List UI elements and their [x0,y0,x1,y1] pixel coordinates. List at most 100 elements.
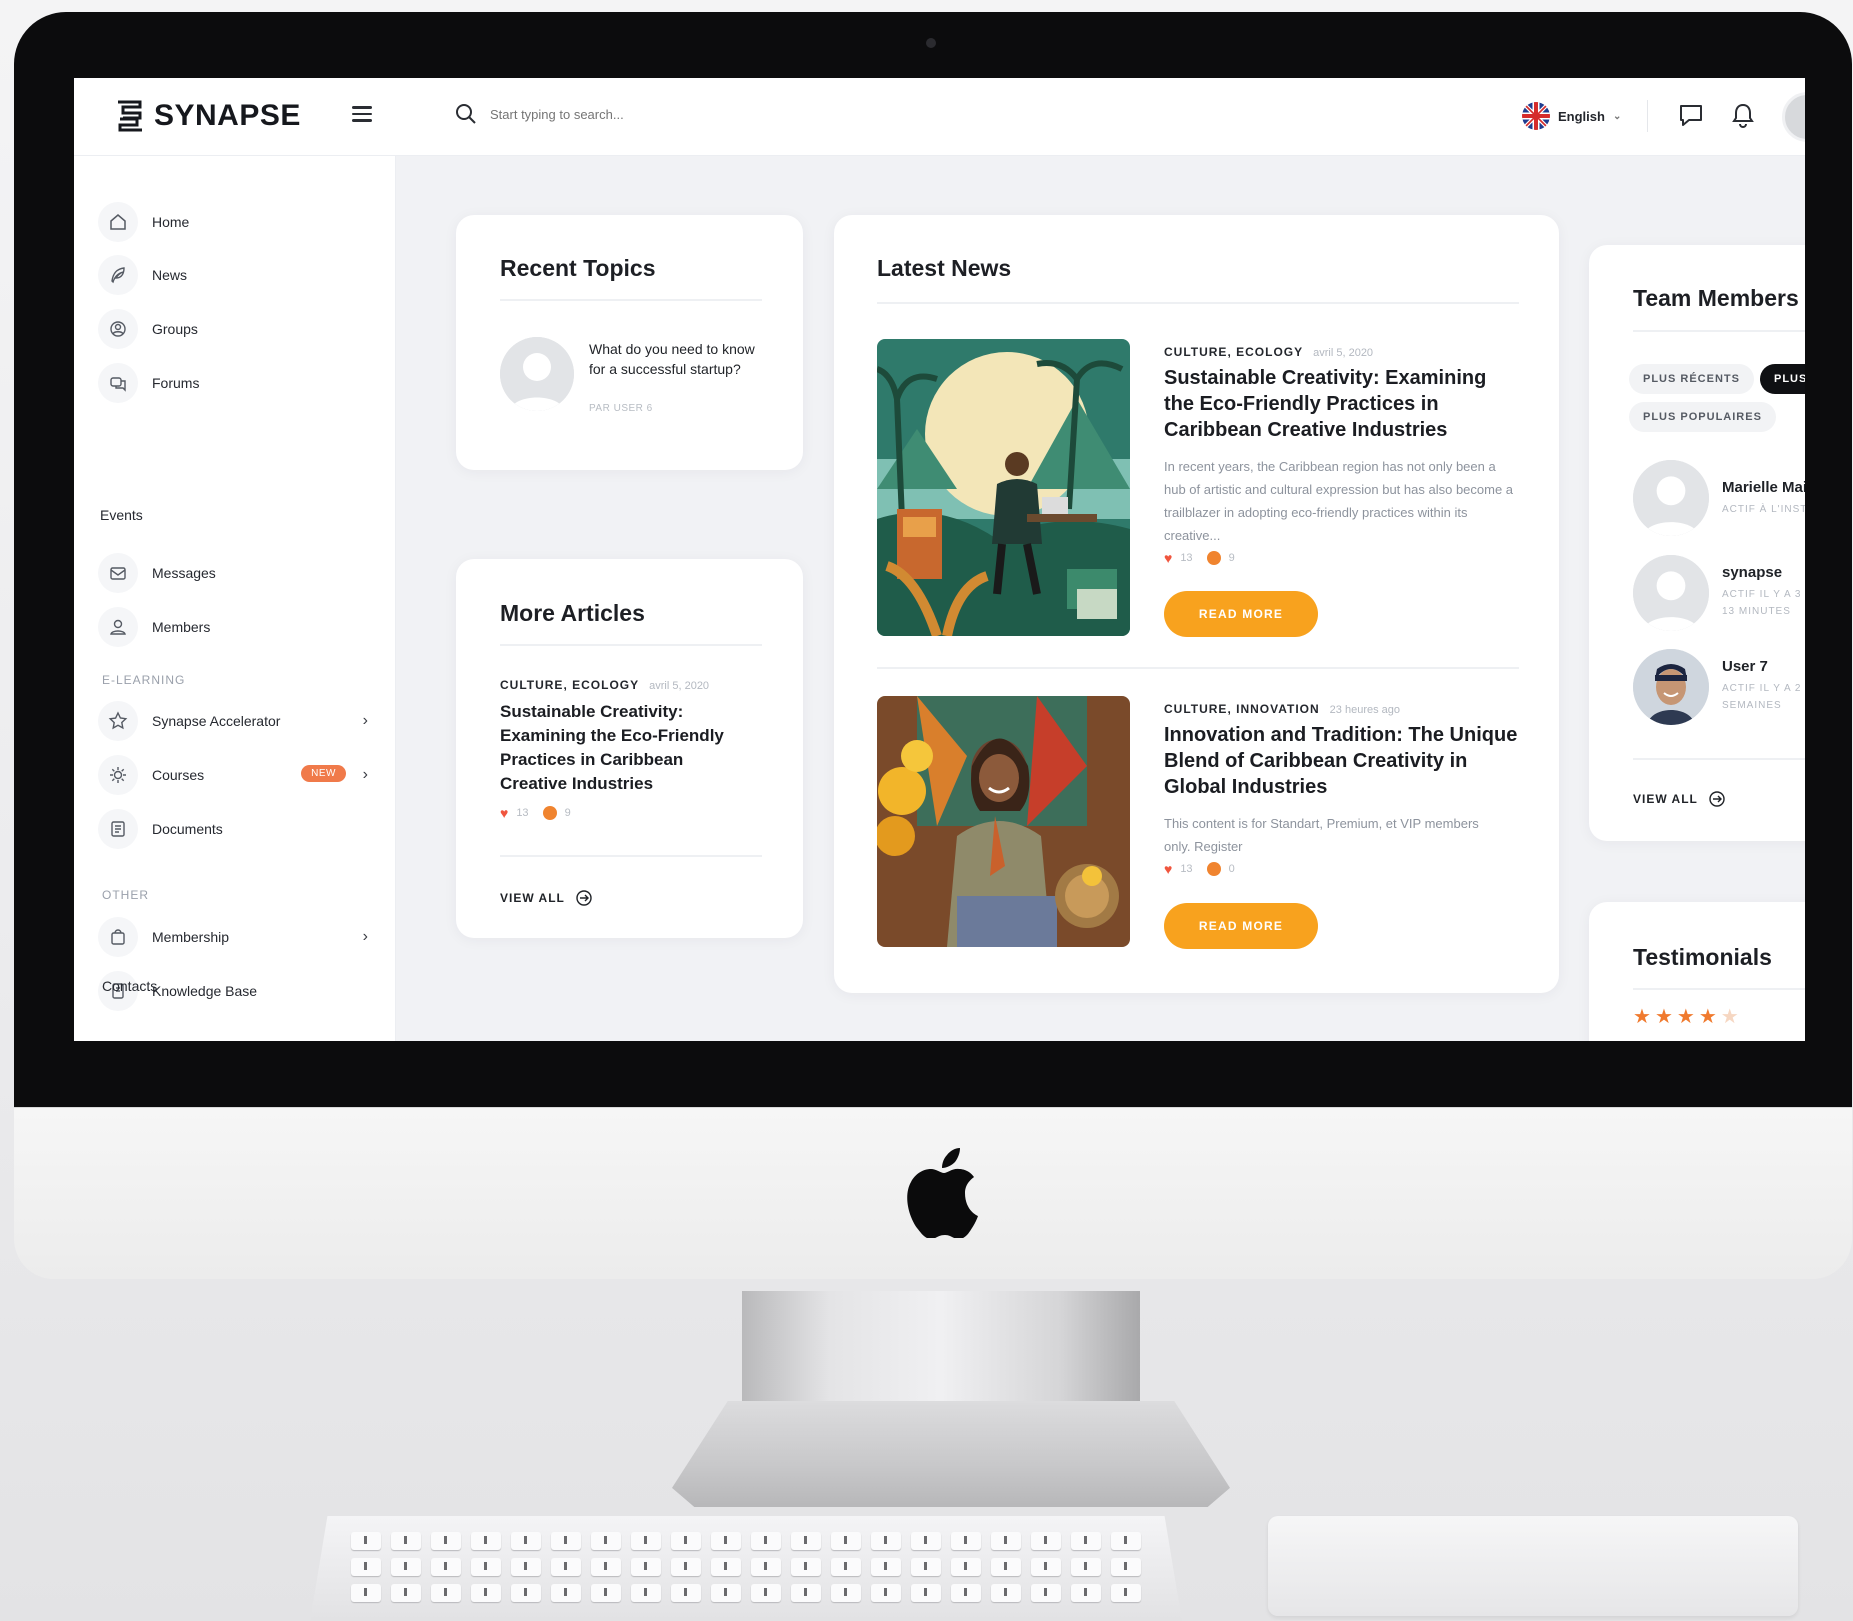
member-name[interactable]: User 7 [1722,658,1768,675]
monitor-stand [742,1291,1140,1401]
arrow-circle-icon [576,890,592,906]
team-members-title: Team Members [1633,285,1799,311]
article-title-link[interactable]: Sustainable Creativity: Examining the Ec… [500,700,750,796]
chevron-down-icon: ⌄ [1612,110,1622,122]
member-name[interactable]: Marielle Mai [1722,479,1805,496]
sidebar-item-label: Home [152,214,190,230]
sidebar-item-members[interactable]: Members [98,605,368,649]
likes-count: 13 [1180,552,1193,564]
search-bar [454,102,1054,126]
comment-icon[interactable] [542,806,557,820]
team-members-card: Team Members PLUS RÉCENTS PLUS PLUS POPU… [1589,245,1805,841]
sidebar-item-contacts[interactable]: Contacts [102,978,157,994]
member-avatar[interactable] [1633,460,1709,536]
news-thumbnail[interactable] [877,339,1130,636]
sidebar-item-documents[interactable]: Documents [98,807,368,851]
sidebar-item-forums[interactable]: Forums [98,361,368,405]
news-thumbnail[interactable] [877,696,1130,947]
testimonials-card: Testimonials ★ ★ ★ ★ ★ [1589,902,1805,1041]
sidebar-item-label: Members [152,619,211,635]
apple-logo-icon [907,1148,978,1238]
star-filled-icon: ★ [1654,1006,1673,1028]
bag-icon [111,929,125,945]
comment-icon[interactable] [1206,551,1221,565]
sidebar-item-label: Documents [152,821,223,837]
language-selector[interactable]: English ⌄ [1522,102,1621,130]
news-reactions: ♥ 13 0 [1164,861,1235,877]
section-other: OTHER [102,888,149,902]
view-all-label: VIEW ALL [1633,792,1698,806]
stand-foot [672,1401,1230,1507]
card-divider [877,302,1519,304]
member-avatar[interactable] [1633,649,1709,725]
menu-toggle-icon[interactable] [352,106,372,124]
view-all-articles-link[interactable]: VIEW ALL [500,889,593,907]
read-more-button[interactable]: READ MORE [1164,903,1318,949]
trackpad [1268,1516,1798,1616]
sidebar-item-messages[interactable]: Messages [98,551,368,595]
card-divider [500,299,762,301]
uk-flag-icon [1522,102,1550,130]
keyboard [310,1516,1182,1621]
sun-icon [110,767,126,783]
more-articles-title: More Articles [500,600,645,626]
user-avatar[interactable] [1782,92,1805,142]
default-avatar-icon [1633,555,1709,631]
search-input[interactable] [490,106,990,122]
card-divider [1633,330,1805,332]
view-all-label: VIEW ALL [500,891,565,905]
bell-icon[interactable] [1729,101,1757,129]
view-all-members-link[interactable]: VIEW ALL [1633,790,1726,808]
star-rating: ★ ★ ★ ★ ★ [1633,1004,1739,1029]
heart-icon[interactable]: ♥ [500,805,508,821]
news-date: avril 5, 2020 [1313,347,1374,359]
news-title-link[interactable]: Innovation and Tradition: The Unique Ble… [1164,722,1524,800]
sidebar-item-label: Synapse Accelerator [152,713,281,729]
article-categories[interactable]: CULTURE, ECOLOGY [500,678,639,692]
topbar-divider [1647,100,1648,132]
arrow-circle-icon [1709,791,1725,807]
sidebar-item-synapse-accelerator[interactable]: Synapse Accelerator › [98,699,368,743]
filter-active-pill[interactable]: PLUS [1760,364,1805,394]
comments-count: 0 [1228,863,1235,875]
sidebar-item-label: Forums [152,375,200,391]
star-empty-icon: ★ [1720,1006,1739,1028]
read-more-button[interactable]: READ MORE [1164,591,1318,637]
card-divider [500,855,762,857]
sidebar-item-home[interactable]: Home [98,200,368,244]
chat-icon[interactable] [1677,101,1705,129]
topic-title-link[interactable]: What do you need to know for a successfu… [589,339,759,379]
sidebar-item-news[interactable]: News [98,253,368,297]
feather-icon [111,267,125,284]
sidebar-item-groups[interactable]: Groups [98,307,368,351]
news-excerpt: This content is for Standart, Premium, e… [1164,816,1479,854]
member-status: ACTIF À L'INSTA [1722,504,1805,515]
comment-icon[interactable] [1206,862,1221,876]
member-status: 13 MINUTES [1722,606,1791,617]
illustration-man-laptop-tropical [877,339,1130,636]
heart-icon[interactable]: ♥ [1164,550,1172,566]
sidebar-item-label: Groups [152,321,198,337]
sidebar-item-courses[interactable]: Courses NEW › [98,753,368,797]
section-elearning: E-LEARNING [102,673,186,687]
news-title-link[interactable]: Sustainable Creativity: Examining the Ec… [1164,365,1514,443]
groups-icon [110,321,126,337]
envelope-icon [110,567,126,580]
document-icon [111,821,125,837]
news-date: 23 heures ago [1329,704,1401,716]
member-name[interactable]: synapse [1722,564,1782,581]
brand-logo[interactable]: SYNAPSE [114,99,301,133]
sidebar-item-membership[interactable]: Membership › [98,915,368,959]
forums-icon [110,377,126,392]
sidebar-item-events[interactable]: Events [100,507,143,523]
topic-author-avatar[interactable] [500,337,574,411]
filter-popular-pill[interactable]: PLUS POPULAIRES [1629,402,1776,432]
more-articles-card: More Articles CULTURE, ECOLOGY avril 5, 2… [456,559,803,938]
member-avatar[interactable] [1633,555,1709,631]
chevron-right-icon: › [362,712,368,729]
news-categories[interactable]: CULTURE, ECOLOGY [1164,345,1303,359]
heart-icon[interactable]: ♥ [1164,861,1172,877]
filter-recent-pill[interactable]: PLUS RÉCENTS [1629,364,1754,394]
news-categories[interactable]: CULTURE, INNOVATION [1164,702,1320,716]
recent-topics-card: Recent Topics What do you need to know f… [456,215,803,470]
